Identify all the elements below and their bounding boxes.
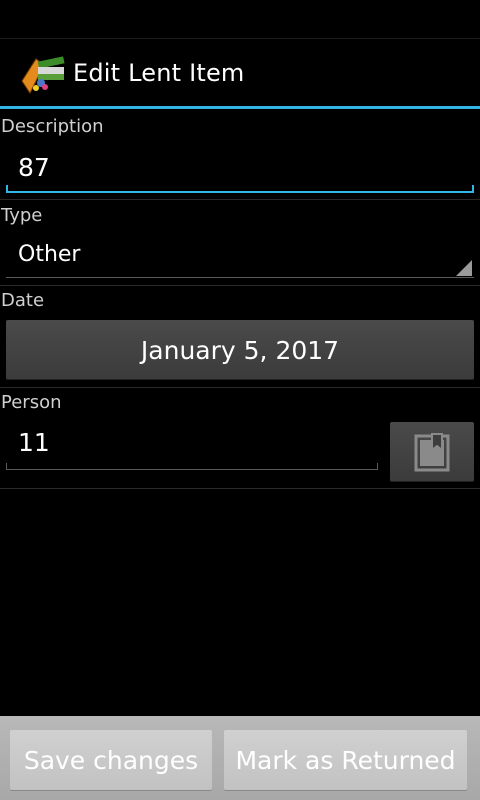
type-label: Type <box>1 205 43 226</box>
description-underline <box>6 191 474 193</box>
type-underline <box>6 277 474 278</box>
row-divider <box>0 285 480 286</box>
date-label: Date <box>1 290 45 311</box>
type-spinner[interactable]: Other <box>6 232 474 278</box>
description-value: 87 <box>18 153 50 182</box>
date-picker-button[interactable]: January 5, 2017 <box>6 320 474 380</box>
row-divider <box>0 488 480 489</box>
action-bar: Edit Lent Item <box>0 39 480 106</box>
contact-book-icon <box>414 433 450 472</box>
description-label: Description <box>1 116 104 137</box>
pick-contact-button[interactable] <box>390 422 474 482</box>
row-divider <box>0 199 480 200</box>
app-icon[interactable] <box>18 51 68 99</box>
mark-returned-button[interactable]: Mark as Returned <box>224 730 467 790</box>
description-input[interactable]: 87 <box>6 145 474 193</box>
bottom-button-bar: Save changes Mark as Returned <box>0 716 480 800</box>
screen-title: Edit Lent Item <box>73 59 245 87</box>
save-changes-button[interactable]: Save changes <box>10 730 212 790</box>
person-underline <box>6 469 378 470</box>
person-label: Person <box>1 392 62 413</box>
status-bar <box>0 0 480 39</box>
type-value: Other <box>18 242 81 267</box>
action-bar-divider <box>0 106 480 109</box>
person-value: 11 <box>18 428 50 457</box>
row-divider <box>0 387 480 388</box>
person-input[interactable]: 11 <box>6 420 378 470</box>
spinner-corner-icon <box>456 260 472 276</box>
